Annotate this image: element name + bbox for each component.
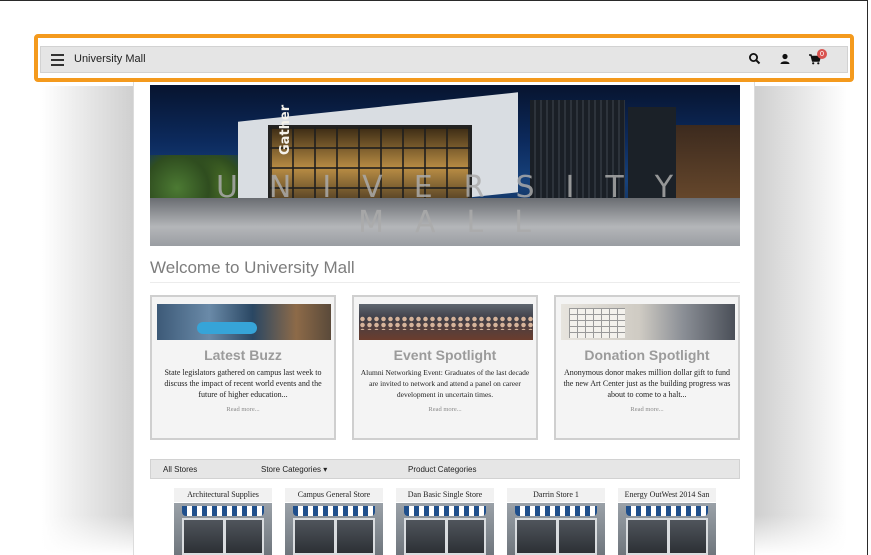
hero-banner: Gather UNIVERSITY MALL <box>150 85 740 246</box>
all-stores-tab[interactable]: All Stores <box>163 465 197 474</box>
store-name: Campus General Store <box>285 488 383 502</box>
card-image <box>359 304 533 340</box>
card-text: Anonymous donor makes million dollar gif… <box>563 368 731 399</box>
store-name: Dan Basic Single Store <box>396 488 494 502</box>
hamburger-menu-icon[interactable] <box>51 54 64 66</box>
card-event-spotlight[interactable]: Event Spotlight Alumni Networking Event:… <box>352 295 538 440</box>
card-title: Event Spotlight <box>393 347 497 363</box>
store-tile[interactable]: Dan Basic Single Store <box>396 488 494 555</box>
card-title: Latest Buzz <box>204 347 282 363</box>
card-text: Alumni Networking Event: Graduates of th… <box>360 368 530 399</box>
storefront-image <box>507 503 605 555</box>
store-name: Darrin Store 1 <box>507 488 605 502</box>
storefront-image <box>174 503 272 555</box>
storefront-image <box>285 503 383 555</box>
storefront-image <box>618 503 716 555</box>
store-tile[interactable]: Darrin Store 1 <box>507 488 605 555</box>
title-divider <box>150 282 740 283</box>
left-background-shade <box>42 86 134 555</box>
search-icon[interactable] <box>748 52 762 66</box>
main-content: Gather UNIVERSITY MALL Welcome to Univer… <box>133 82 755 555</box>
shopping-cart-icon[interactable]: 0 <box>808 49 827 66</box>
store-tile[interactable]: Architectural Supplies <box>174 488 272 555</box>
storefront-image <box>396 503 494 555</box>
site-title[interactable]: University Mall <box>74 53 146 65</box>
store-tile[interactable]: Energy OutWest 2014 San <box>618 488 716 555</box>
read-more-link[interactable]: Read more... <box>360 404 530 415</box>
card-text: State legislators gathered on campus las… <box>164 368 322 399</box>
store-categories-dropdown[interactable]: Store Categories ▾ <box>261 465 327 474</box>
stores-nav-bar: All Stores Store Categories ▾ Product Ca… <box>150 459 740 479</box>
card-image <box>157 304 331 340</box>
right-background-shade <box>755 86 847 555</box>
banner-overlay-text: UNIVERSITY MALL <box>215 170 705 240</box>
read-more-link[interactable]: Read more... <box>158 404 328 415</box>
store-name: Energy OutWest 2014 San <box>618 488 716 502</box>
product-categories-tab[interactable]: Product Categories <box>408 465 476 474</box>
card-title: Donation Spotlight <box>584 347 710 363</box>
user-icon[interactable] <box>778 52 792 66</box>
card-latest-buzz[interactable]: Latest Buzz State legislators gathered o… <box>150 295 336 440</box>
read-more-link[interactable]: Read more... <box>562 404 732 415</box>
banner-sign: Gather <box>278 104 293 155</box>
card-image <box>561 304 735 340</box>
page-title: Welcome to University Mall <box>150 258 355 277</box>
card-body: State legislators gathered on campus las… <box>158 367 328 415</box>
header-bar: University Mall 0 <box>40 46 848 73</box>
store-tile[interactable]: Campus General Store <box>285 488 383 555</box>
card-body: Alumni Networking Event: Graduates of th… <box>360 367 530 415</box>
card-donation-spotlight[interactable]: Donation Spotlight Anonymous donor makes… <box>554 295 740 440</box>
store-name: Architectural Supplies <box>174 488 272 502</box>
cart-count-badge: 0 <box>817 49 827 59</box>
card-body: Anonymous donor makes million dollar gif… <box>562 367 732 415</box>
